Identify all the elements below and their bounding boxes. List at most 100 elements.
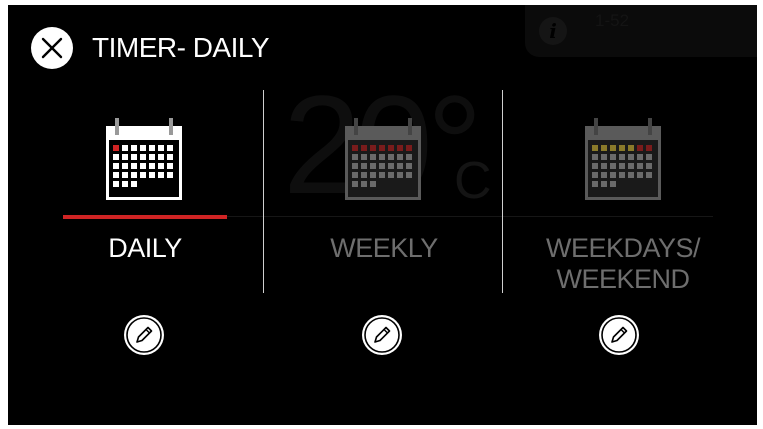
column-divider — [263, 90, 264, 293]
option-daily[interactable]: DAILY — [30, 90, 260, 305]
calendar-day-cell — [361, 154, 367, 160]
edit-weekdays-weekend-button[interactable] — [599, 315, 639, 355]
calendar-day-cell — [113, 163, 119, 169]
calendar-day-cell — [131, 181, 137, 187]
calendar-day-cell — [397, 172, 403, 178]
calendar-day-cell — [113, 181, 119, 187]
calendar-day-cell — [610, 145, 616, 151]
calendar-day-cell — [397, 154, 403, 160]
calendar-day-cell — [388, 145, 394, 151]
pencil-icon — [601, 317, 637, 353]
edit-weekly-button[interactable] — [362, 315, 402, 355]
calendar-icon — [106, 118, 182, 200]
calendar-day-cell — [637, 172, 643, 178]
calendar-day-cell — [628, 163, 634, 169]
calendar-day-cell — [601, 181, 607, 187]
option-daily-label: DAILY — [108, 233, 182, 263]
calendar-day-cell — [167, 154, 173, 160]
selected-underline — [63, 215, 227, 219]
close-button[interactable] — [31, 27, 73, 69]
calendar-day-cell — [637, 145, 643, 151]
calendar-icon — [345, 118, 421, 200]
label-line-2: WEEKEND — [556, 264, 690, 294]
calendar-day-cell — [140, 154, 146, 160]
calendar-day-cell — [379, 172, 385, 178]
calendar-day-cell — [131, 163, 137, 169]
calendar-day-cell — [149, 154, 155, 160]
calendar-day-cell — [122, 145, 128, 151]
calendar-day-cell — [610, 154, 616, 160]
calendar-day-cell — [610, 172, 616, 178]
calendar-day-cell — [619, 154, 625, 160]
calendar-day-cell — [361, 181, 367, 187]
calendar-day-cell — [628, 154, 634, 160]
info-panel: i 1-52 — [525, 5, 757, 57]
calendar-day-cell — [370, 181, 376, 187]
calendar-day-cell — [619, 145, 625, 151]
calendar-day-cell — [388, 154, 394, 160]
calendar-day-cell — [646, 172, 652, 178]
calendar-day-cell — [379, 163, 385, 169]
calendar-day-cell — [361, 163, 367, 169]
calendar-day-cell — [370, 172, 376, 178]
calendar-day-cell — [406, 154, 412, 160]
calendar-day-cell — [131, 154, 137, 160]
calendar-day-cell — [167, 145, 173, 151]
calendar-day-cell — [646, 145, 652, 151]
calendar-day-cell — [352, 145, 358, 151]
calendar-day-cell — [601, 145, 607, 151]
calendar-day-cell — [131, 172, 137, 178]
timer-screen: i 1-52 20° C TIMER- DAILY DAILY — [8, 5, 757, 425]
calendar-day-cell — [406, 163, 412, 169]
calendar-day-cell — [646, 163, 652, 169]
calendar-day-cell — [149, 163, 155, 169]
calendar-day-cell — [140, 145, 146, 151]
calendar-day-cell — [628, 172, 634, 178]
calendar-day-cell — [619, 163, 625, 169]
column-divider — [502, 90, 503, 293]
calendar-day-cell — [140, 172, 146, 178]
calendar-day-cell — [592, 163, 598, 169]
calendar-day-cell — [592, 154, 598, 160]
calendar-day-cell — [637, 163, 643, 169]
info-text: 1-52 — [595, 11, 630, 30]
calendar-day-cell — [406, 145, 412, 151]
info-icon: i — [539, 17, 567, 45]
calendar-icon — [585, 118, 661, 200]
calendar-day-cell — [592, 145, 598, 151]
calendar-day-cell — [388, 163, 394, 169]
calendar-day-cell — [610, 181, 616, 187]
page-title: TIMER- DAILY — [92, 32, 270, 63]
calendar-day-cell — [158, 145, 164, 151]
edit-daily-button[interactable] — [124, 315, 164, 355]
calendar-day-cell — [122, 163, 128, 169]
calendar-day-cell — [158, 154, 164, 160]
calendar-day-cell — [361, 145, 367, 151]
option-weekly[interactable]: WEEKLY — [269, 90, 499, 305]
calendar-day-cell — [361, 172, 367, 178]
calendar-day-cell — [122, 181, 128, 187]
calendar-day-cell — [619, 172, 625, 178]
calendar-day-cell — [601, 163, 607, 169]
option-weekdays-weekend[interactable]: WEEKDAYS/ WEEKEND — [508, 90, 738, 305]
calendar-day-cell — [113, 145, 119, 151]
calendar-day-cell — [149, 172, 155, 178]
calendar-day-cell — [592, 172, 598, 178]
calendar-day-cell — [370, 145, 376, 151]
calendar-day-cell — [167, 172, 173, 178]
label-line-1: WEEKDAYS/ — [545, 233, 701, 263]
calendar-day-cell — [388, 172, 394, 178]
calendar-day-cell — [406, 172, 412, 178]
calendar-day-cell — [628, 145, 634, 151]
calendar-day-cell — [610, 163, 616, 169]
calendar-day-cell — [379, 154, 385, 160]
pencil-icon — [126, 317, 162, 353]
calendar-day-cell — [370, 154, 376, 160]
pencil-icon — [364, 317, 400, 353]
calendar-day-cell — [397, 163, 403, 169]
calendar-day-cell — [167, 163, 173, 169]
option-weekdays-weekend-label: WEEKDAYS/ WEEKEND — [508, 233, 738, 295]
calendar-day-cell — [370, 163, 376, 169]
calendar-day-cell — [646, 154, 652, 160]
calendar-day-cell — [149, 145, 155, 151]
